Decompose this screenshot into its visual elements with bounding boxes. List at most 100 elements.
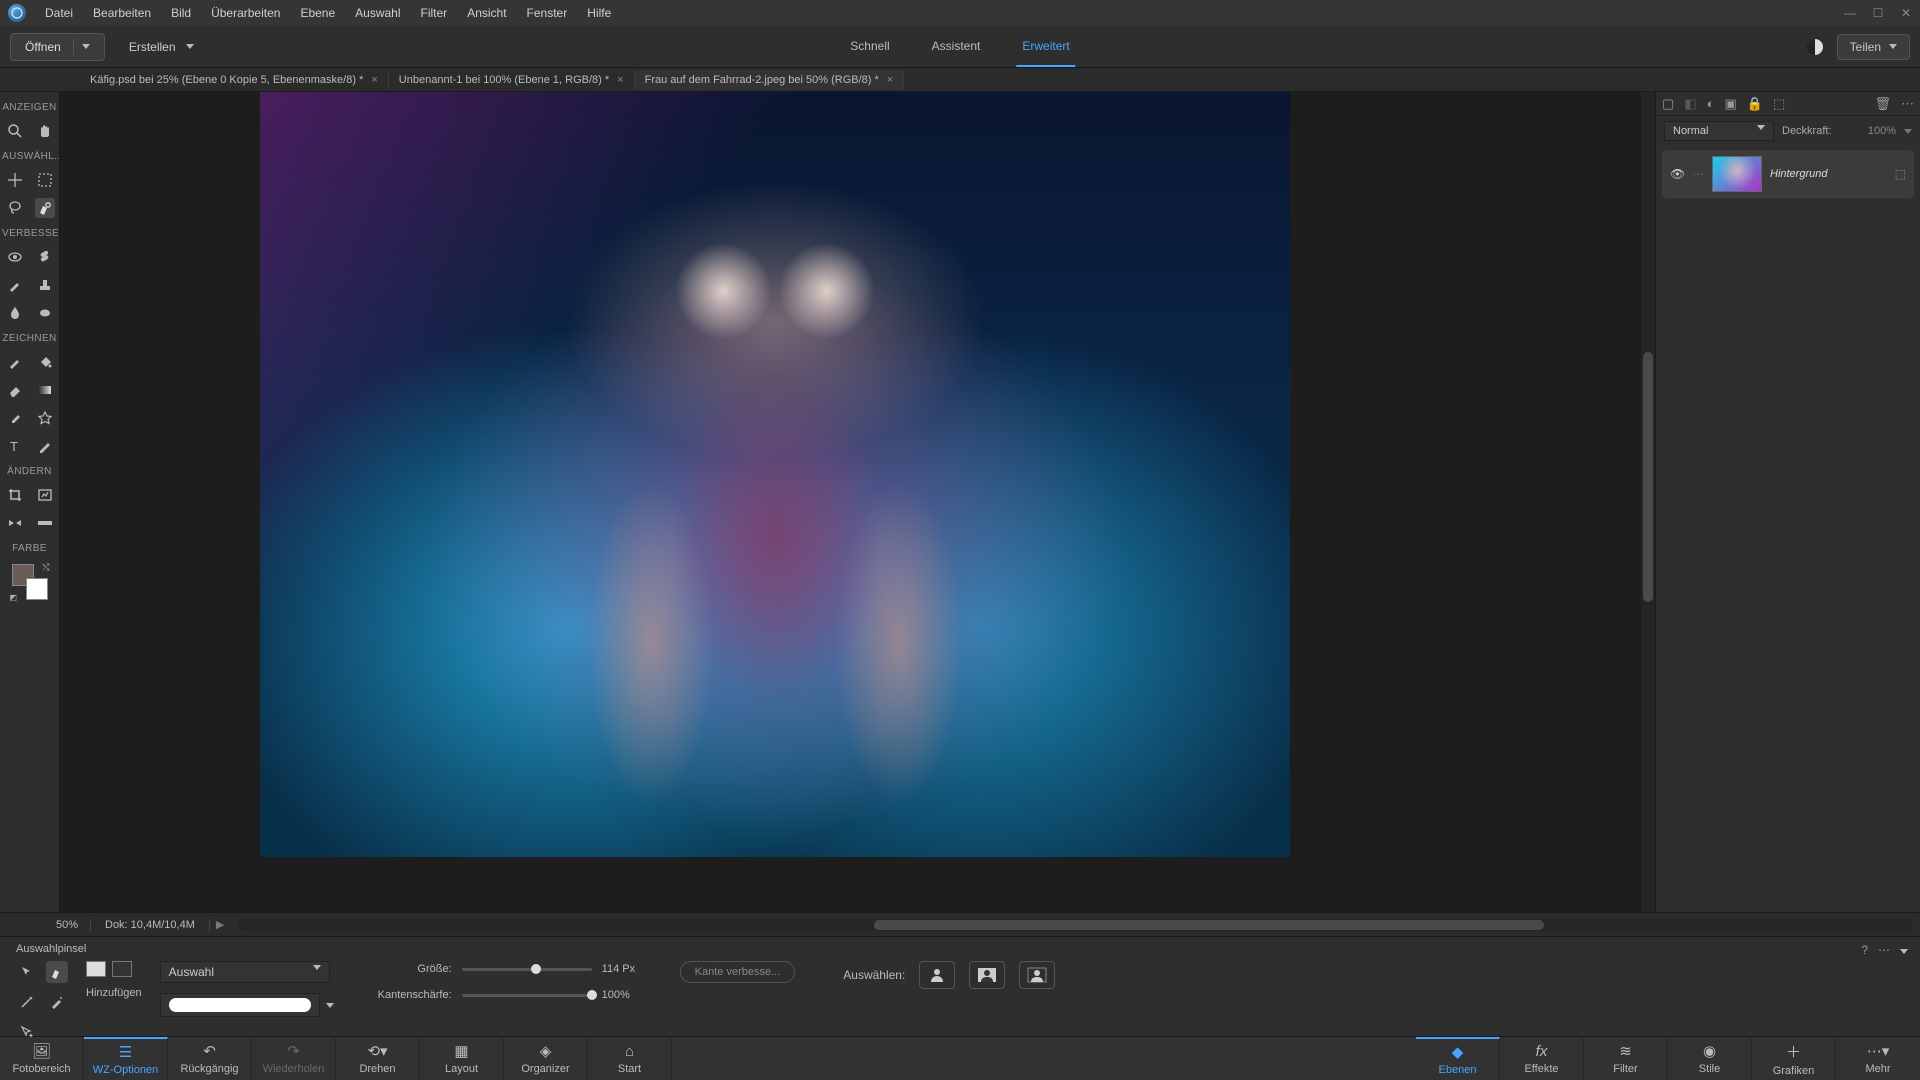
canvas-image[interactable] [260, 92, 1290, 857]
hand-tool-icon[interactable] [35, 121, 55, 141]
lasso-tool-icon[interactable] [5, 198, 25, 218]
document-tab[interactable]: Frau auf dem Fahrrad-2.jpeg bei 50% (RGB… [635, 70, 905, 90]
close-icon[interactable]: × [371, 74, 377, 86]
select-sky-icon[interactable] [1019, 961, 1055, 989]
sponge-tool-icon[interactable] [35, 303, 55, 323]
close-icon[interactable]: × [617, 74, 623, 86]
create-button[interactable]: Erstellen [119, 35, 204, 59]
document-tab[interactable]: Käfig.psd bei 25% (Ebene 0 Kopie 5, Eben… [80, 70, 389, 90]
layer-thumbnail[interactable] [1712, 156, 1762, 192]
new-layer-icon[interactable]: ▢ [1662, 96, 1674, 112]
lock-icon[interactable]: ⬚ [1895, 167, 1906, 181]
horizontal-scrollbar[interactable] [238, 919, 1912, 931]
scrollbar-thumb[interactable] [874, 920, 1543, 930]
bb-more[interactable]: ⋯▾Mehr [1836, 1037, 1920, 1080]
menu-datei[interactable]: Datei [36, 2, 82, 24]
mode-select[interactable]: Auswahl [160, 961, 330, 983]
hardness-value[interactable]: 100% [602, 989, 662, 1001]
bb-organizer[interactable]: ◈Organizer [504, 1037, 588, 1080]
background-color[interactable] [26, 578, 48, 600]
brush-tool-icon[interactable] [5, 352, 25, 372]
mode-quick[interactable]: Schnell [844, 27, 895, 67]
subtract-from-selection-icon[interactable] [112, 961, 132, 977]
document-tab[interactable]: Unbenannt-1 bei 100% (Ebene 1, RGB/8) * … [389, 70, 635, 90]
visibility-toggle-icon[interactable]: 👁 [1670, 167, 1684, 181]
bb-tool-options[interactable]: ☰WZ-Optionen [84, 1037, 168, 1080]
menu-bearbeiten[interactable]: Bearbeiten [84, 2, 160, 24]
slider-knob[interactable] [531, 964, 541, 974]
panel-menu-icon[interactable]: ⋯ [1901, 96, 1914, 112]
layer-mask-icon[interactable]: ▣ [1724, 96, 1736, 112]
eraser-tool-icon[interactable] [5, 380, 25, 400]
smart-brush-tool-icon[interactable] [5, 275, 25, 295]
content-aware-move-icon[interactable] [5, 513, 25, 533]
selection-brush-tool-icon[interactable] [35, 198, 55, 218]
mode-guided[interactable]: Assistent [926, 27, 987, 67]
blur-tool-icon[interactable] [5, 303, 25, 323]
menu-fenster[interactable]: Fenster [518, 2, 577, 24]
brush-preview[interactable] [160, 993, 320, 1017]
gradient-tool-icon[interactable] [35, 380, 55, 400]
redeye-tool-icon[interactable] [5, 247, 25, 267]
menu-filter[interactable]: Filter [412, 2, 457, 24]
move-tool-icon[interactable] [5, 170, 25, 190]
slider-knob[interactable] [587, 990, 597, 1000]
marquee-tool-icon[interactable] [35, 170, 55, 190]
bb-filter[interactable]: ≋Filter [1584, 1037, 1668, 1080]
shape-tool-icon[interactable] [35, 408, 55, 428]
paint-bucket-tool-icon[interactable] [35, 352, 55, 372]
select-subject-icon[interactable] [919, 961, 955, 989]
pencil-tool-icon[interactable] [35, 436, 55, 456]
lock-layer-icon[interactable]: 🔒 [1747, 96, 1763, 112]
eyedropper-tool-icon[interactable] [5, 408, 25, 428]
menu-ueberarbeiten[interactable]: Überarbeiten [202, 2, 289, 24]
magic-wand-icon[interactable] [16, 991, 38, 1013]
default-colors-icon[interactable]: ◩ [10, 593, 18, 602]
delete-layer-icon[interactable]: 🗑 [1874, 96, 1891, 112]
vertical-scrollbar[interactable] [1641, 92, 1655, 912]
select-background-icon[interactable] [969, 961, 1005, 989]
bb-layout[interactable]: ▦Layout [420, 1037, 504, 1080]
refine-brush-icon[interactable] [46, 991, 68, 1013]
bb-rotate[interactable]: ⟲▾Drehen [336, 1037, 420, 1080]
clone-stamp-tool-icon[interactable] [35, 275, 55, 295]
blend-mode-select[interactable]: Normal [1664, 121, 1774, 141]
theme-toggle-icon[interactable] [1807, 39, 1823, 55]
close-button[interactable]: ✕ [1892, 3, 1920, 23]
straighten-tool-icon[interactable] [35, 513, 55, 533]
chevron-down-icon[interactable] [1904, 129, 1912, 134]
doc-size[interactable]: Dok: 10,4M/10,4M [90, 919, 210, 931]
zoom-tool-icon[interactable] [5, 121, 25, 141]
layer-row[interactable]: 👁 ⋯ Hintergrund ⬚ [1662, 150, 1914, 198]
bb-home[interactable]: ⌂Start [588, 1037, 672, 1080]
chevron-down-icon[interactable] [326, 1003, 334, 1008]
hardness-slider[interactable] [462, 994, 592, 997]
color-swatch[interactable]: ⤭ ◩ [12, 564, 48, 600]
add-to-selection-icon[interactable] [86, 961, 106, 977]
refine-edge-button[interactable]: Kante verbesse... [680, 961, 796, 983]
bb-layers[interactable]: ◆Ebenen [1416, 1037, 1500, 1080]
close-icon[interactable]: × [887, 74, 893, 86]
scrollbar-thumb[interactable] [1643, 352, 1653, 602]
share-button[interactable]: Teilen [1837, 34, 1910, 60]
bb-effects[interactable]: fxEffekte [1500, 1037, 1584, 1080]
menu-ansicht[interactable]: Ansicht [458, 2, 515, 24]
collapse-icon[interactable] [1900, 943, 1908, 957]
new-group-icon[interactable]: ◧ [1684, 96, 1696, 112]
quick-select-icon[interactable] [16, 961, 38, 983]
menu-hilfe[interactable]: Hilfe [578, 2, 620, 24]
opacity-value[interactable]: 100% [1868, 125, 1896, 137]
bb-photo-bin[interactable]: 🖼Fotobereich [0, 1037, 84, 1080]
auto-select-icon[interactable]: ✦ [16, 1021, 38, 1043]
canvas-area[interactable] [60, 92, 1655, 912]
size-slider[interactable] [462, 968, 592, 971]
menu-ebene[interactable]: Ebene [291, 2, 344, 24]
type-tool-icon[interactable]: T [5, 436, 25, 456]
bb-redo[interactable]: ↷Wiederholen [252, 1037, 336, 1080]
help-icon[interactable]: ? [1861, 943, 1868, 957]
bb-undo[interactable]: ↶Rückgängig [168, 1037, 252, 1080]
recompose-tool-icon[interactable] [35, 485, 55, 505]
link-layers-icon[interactable]: ⬚ [1773, 96, 1785, 112]
status-arrow-icon[interactable]: ▶ [210, 918, 230, 931]
bb-styles[interactable]: ◉Stile [1668, 1037, 1752, 1080]
